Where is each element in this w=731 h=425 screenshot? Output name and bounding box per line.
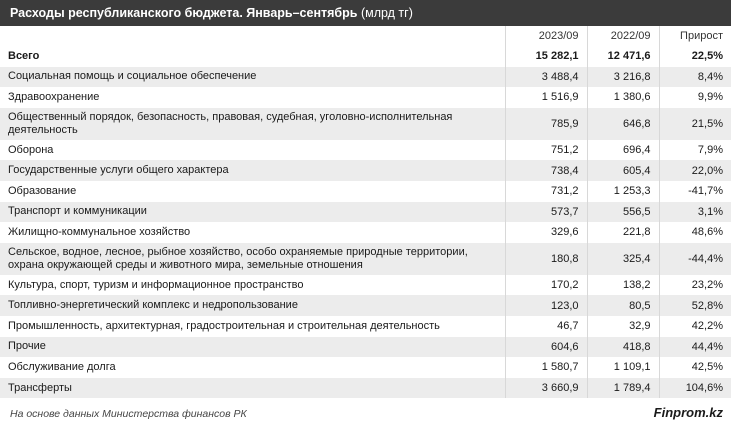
growth-value: 7,9% [697, 144, 723, 157]
table-row: Здравоохранение 1 516,9 1 380,6 9,9% [0, 87, 731, 108]
row-name: Сельское, водное, лесное, рыбное хозяйст… [0, 242, 506, 275]
table-row-total: Всего 15 282,1 12 471,6 22,5% [0, 46, 731, 67]
value-2022: 3 216,8 [587, 66, 660, 88]
growth-value: 42,2% [691, 320, 723, 333]
column-header-growth: Прирост [659, 26, 731, 46]
footer: На основе данных Министерства финансов Р… [0, 405, 731, 425]
table-row: Обслуживание долга 1 580,7 1 109,1 42,5% [0, 357, 731, 378]
column-header-2023: 2023/09 [505, 26, 588, 46]
value-2023: 751,2 [505, 139, 588, 161]
column-header-name [0, 26, 506, 46]
growth-value: 42,5% [691, 361, 723, 374]
table-title-main: Расходы республиканского бюджета. Январь… [10, 6, 358, 20]
growth-value: 44,4% [691, 340, 723, 353]
row-name: Оборона [0, 139, 506, 161]
value-2023: 3 660,9 [505, 377, 588, 399]
row-name: Трансферты [0, 377, 506, 399]
source-note: На основе данных Министерства финансов Р… [10, 408, 247, 420]
value-2022: 32,9 [587, 315, 660, 337]
value-2022: 646,8 [587, 107, 660, 140]
row-name: Промышленность, архитектурная, градостро… [0, 315, 506, 337]
table-row: Промышленность, архитектурная, градостро… [0, 315, 731, 337]
growth-value: -41,7% [688, 185, 723, 198]
row-name: Всего [0, 46, 506, 67]
value-2022: 1 380,6 [587, 87, 660, 108]
table-body: Всего 15 282,1 12 471,6 22,5% Социальная пом… [0, 46, 731, 399]
value-2023: 46,7 [505, 315, 588, 337]
value-2022: 221,8 [587, 222, 660, 243]
table-title: Расходы республиканского бюджета. Январь… [0, 0, 731, 26]
growth-value: 104,6% [685, 382, 723, 395]
table-header-row: 2023/09 2022/09 Прирост [0, 26, 731, 46]
growth-value: 22,0% [691, 164, 723, 177]
table-row: Оборона 751,2 696,4 7,9% [0, 139, 731, 161]
table-row: Культура, спорт, туризм и информационное… [0, 274, 731, 296]
row-name: Здравоохранение [0, 87, 506, 108]
value-2023: 1 516,9 [505, 87, 588, 108]
growth-value: 22,5% [691, 50, 723, 63]
value-2023: 604,6 [505, 336, 588, 358]
table-row: Общественный порядок, безопасность, прав… [0, 107, 731, 140]
table-row: Образование 731,2 1 253,3 -41,7% [0, 180, 731, 202]
value-2022: 1 789,4 [587, 377, 660, 399]
column-header-2022: 2022/09 [587, 26, 660, 46]
row-name: Государственные услуги общего характера [0, 160, 506, 181]
value-2023: 180,8 [505, 242, 588, 275]
growth-value: -44,4% [688, 252, 723, 265]
row-name: Образование [0, 180, 506, 202]
row-name: Прочие [0, 336, 506, 358]
table-row: Прочие 604,6 418,8 44,4% [0, 336, 731, 358]
table-row: Жилищно-коммунальное хозяйство 329,6 221,8… [0, 222, 731, 243]
growth-value: 48,6% [691, 226, 723, 239]
value-2023: 123,0 [505, 295, 588, 316]
value-2023: 573,7 [505, 201, 588, 223]
row-name: Общественный порядок, безопасность, прав… [0, 107, 506, 140]
value-2023: 3 488,4 [505, 66, 588, 88]
table-row: Транспорт и коммуникации 573,7 556,5 3,1% [0, 201, 731, 223]
row-name: Транспорт и коммуникации [0, 201, 506, 223]
value-2023: 738,4 [505, 160, 588, 181]
value-2023: 329,6 [505, 222, 588, 243]
row-name: Жилищно-коммунальное хозяйство [0, 222, 506, 243]
row-name: Культура, спорт, туризм и информационное… [0, 274, 506, 296]
growth-value: 21,5% [691, 117, 723, 130]
budget-expenses-table: 2023/09 2022/09 Прирост Всего 15 282,1 12 … [0, 26, 731, 399]
value-2023: 170,2 [505, 274, 588, 296]
value-2023: 1 580,7 [505, 357, 588, 378]
row-name: Топливно-энергетический комплекс и недро… [0, 295, 506, 316]
brand-logo: Finprom.kz [653, 405, 723, 420]
value-2022: 138,2 [587, 274, 660, 296]
table-title-unit: (млрд тг) [360, 6, 413, 20]
row-name: Социальная помощь и социальное обеспечен… [0, 66, 506, 88]
growth-value: 52,8% [691, 299, 723, 312]
value-2023: 15 282,1 [505, 46, 588, 67]
value-2022: 1 253,3 [587, 180, 660, 202]
value-2022: 605,4 [587, 160, 660, 181]
value-2022: 418,8 [587, 336, 660, 358]
value-2022: 556,5 [587, 201, 660, 223]
growth-value: 23,2% [691, 279, 723, 292]
value-2022: 12 471,6 [587, 46, 660, 67]
table-row: Трансферты 3 660,9 1 789,4 104,6% [0, 377, 731, 399]
table-row: Топливно-энергетический комплекс и недро… [0, 295, 731, 316]
value-2023: 731,2 [505, 180, 588, 202]
value-2022: 325,4 [587, 242, 660, 275]
table-row: Государственные услуги общего характера 7… [0, 160, 731, 181]
value-2023: 785,9 [505, 107, 588, 140]
row-name: Обслуживание долга [0, 357, 506, 378]
table-row: Сельское, водное, лесное, рыбное хозяйст… [0, 242, 731, 275]
value-2022: 80,5 [587, 295, 660, 316]
value-2022: 696,4 [587, 139, 660, 161]
growth-value: 3,1% [697, 205, 723, 218]
table-row: Социальная помощь и социальное обеспечен… [0, 66, 731, 88]
value-2022: 1 109,1 [587, 357, 660, 378]
growth-value: 9,9% [697, 91, 723, 104]
growth-value: 8,4% [697, 70, 723, 83]
